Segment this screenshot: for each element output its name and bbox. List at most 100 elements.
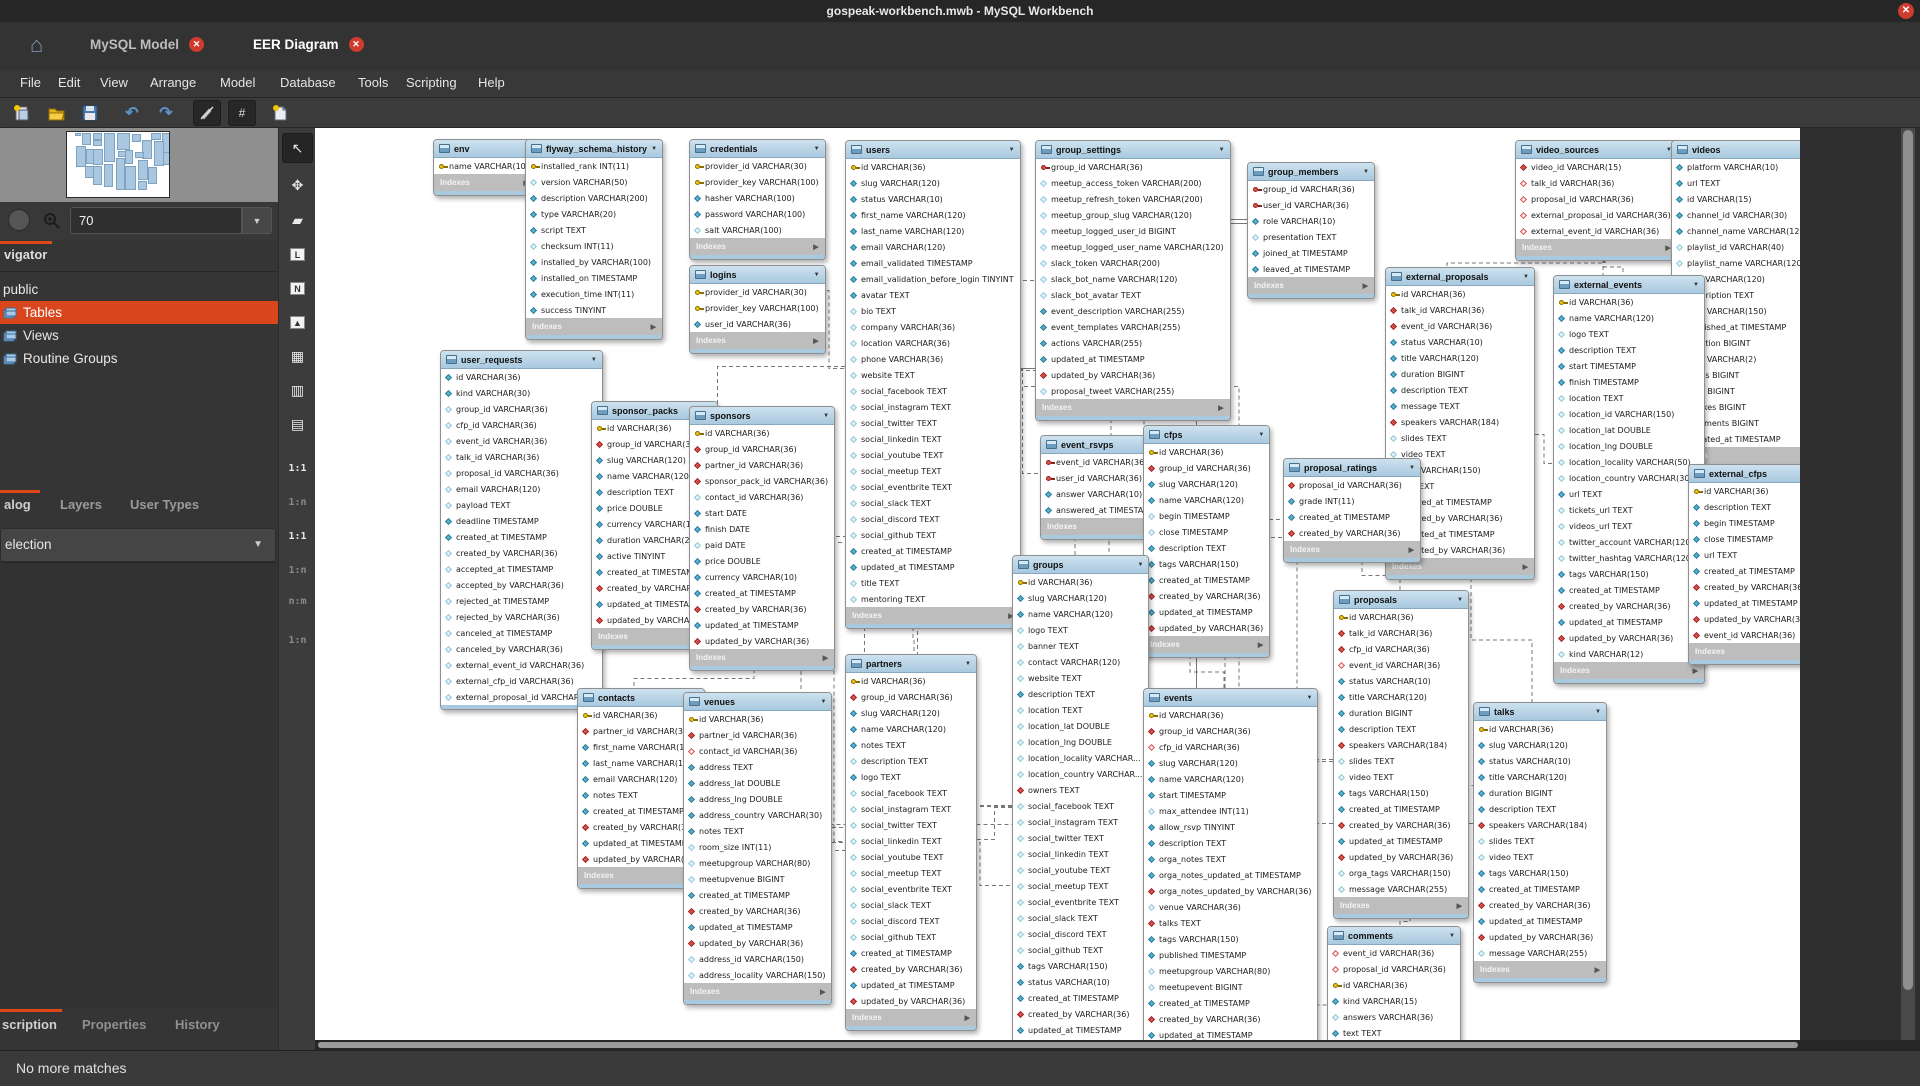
note-tool[interactable]: N: [282, 273, 313, 303]
menu-item-arrange[interactable]: Arrange: [150, 75, 196, 90]
er-table-credentials[interactable]: credentials ▼ provider_id VARCHAR(30) provi…: [689, 139, 826, 260]
er-table-header[interactable]: group_members ▼: [1248, 163, 1374, 181]
sidebar-item-public[interactable]: public: [0, 278, 278, 301]
rel-1to1-nonid-tool[interactable]: 1:1: [282, 453, 313, 483]
hand-tool[interactable]: ✥: [282, 170, 313, 200]
er-table-indexes[interactable]: Indexes▶: [1516, 239, 1677, 256]
table-tool[interactable]: ▦: [282, 341, 313, 371]
bottom-tab-properties[interactable]: Properties: [82, 1017, 146, 1032]
save-model-icon[interactable]: [76, 100, 104, 126]
bottom-tab-history[interactable]: History: [175, 1017, 220, 1032]
collapse-icon[interactable]: ▼: [1363, 169, 1369, 175]
er-table-header[interactable]: logins ▼: [690, 266, 825, 284]
er-table-indexes[interactable]: Indexes▶: [690, 649, 835, 666]
rel-ntom-tool[interactable]: n:m: [282, 586, 313, 616]
collapse-icon[interactable]: ▼: [1693, 282, 1699, 288]
er-table-header[interactable]: events ▼: [1144, 689, 1318, 707]
er-table-header[interactable]: users ▼: [846, 141, 1020, 159]
collapse-icon[interactable]: ▼: [1409, 465, 1415, 471]
er-table-indexes[interactable]: Indexes▶: [690, 332, 825, 349]
er-table-users[interactable]: users ▼ id VARCHAR(36) slug VARCHAR(120) sta…: [845, 140, 1021, 629]
horizontal-scrollbar[interactable]: [315, 1040, 1920, 1050]
er-table-header[interactable]: external_events ▼: [1554, 276, 1704, 294]
eraser-tool[interactable]: ▰: [282, 205, 313, 235]
er-table-events[interactable]: events ▼ id VARCHAR(36) group_id VARCHAR(36…: [1143, 688, 1319, 1040]
menu-item-view[interactable]: View: [100, 75, 128, 90]
panel-tab-layers[interactable]: Layers: [60, 497, 102, 512]
collapse-icon[interactable]: ▼: [1138, 562, 1144, 568]
er-table-header[interactable]: cfps ▼: [1144, 426, 1270, 444]
er-table-header[interactable]: credentials ▼: [690, 140, 825, 158]
rel-1ton-existing-tool[interactable]: 1:n: [282, 625, 313, 655]
sidebar-item-routine-groups[interactable]: Routine Groups: [0, 347, 278, 370]
er-table-header[interactable]: talks ▼: [1474, 703, 1606, 721]
view-tool[interactable]: ▥: [282, 375, 313, 405]
collapse-icon[interactable]: ▼: [1449, 933, 1455, 939]
er-table-header[interactable]: proposals ▼: [1334, 591, 1468, 609]
er-table-indexes[interactable]: Indexes▶: [526, 318, 663, 335]
layer-tool[interactable]: L: [282, 239, 313, 269]
er-table-header[interactable]: env▼: [434, 140, 535, 158]
new-model-icon[interactable]: [8, 100, 36, 126]
er-table-indexes[interactable]: Indexes▶: [434, 174, 535, 191]
er-table-indexes[interactable]: Indexes▶: [1248, 277, 1374, 294]
open-model-icon[interactable]: [42, 100, 70, 126]
rel-1ton-nonid-tool[interactable]: 1:n: [282, 487, 313, 517]
rel-1to1-id-tool[interactable]: 1:1: [282, 521, 313, 551]
model-tab-eer-diagram[interactable]: EER Diagram ✕: [253, 22, 364, 66]
collapse-icon[interactable]: ▼: [1307, 695, 1313, 701]
zoom-in-icon[interactable]: [42, 211, 62, 231]
er-table-flyway_schema_history[interactable]: flyway_schema_history ▼ installed_rank INT…: [525, 139, 664, 340]
home-icon[interactable]: ⌂: [30, 32, 43, 58]
collapse-icon[interactable]: ▼: [1219, 147, 1225, 153]
er-table-indexes[interactable]: Indexes▶: [1334, 897, 1468, 914]
collapse-icon[interactable]: ▼: [591, 357, 597, 363]
er-table-talks[interactable]: talks ▼ id VARCHAR(36) slug VARCHAR(120) sta…: [1473, 702, 1607, 983]
er-table-sponsors[interactable]: sponsors ▼ id VARCHAR(36) group_id VARCHAR(…: [689, 406, 836, 671]
menu-item-tools[interactable]: Tools: [358, 75, 388, 90]
er-table-header[interactable]: venues ▼: [684, 693, 832, 711]
er-table-header[interactable]: groups ▼: [1013, 556, 1149, 574]
collapse-icon[interactable]: ▼: [651, 146, 657, 152]
er-table-group_members[interactable]: group_members ▼ group_id VARCHAR(36) user_i…: [1247, 162, 1375, 299]
pointer-tool[interactable]: ↖: [282, 133, 313, 163]
er-table-venues[interactable]: venues ▼ id VARCHAR(36) partner_id VARCHAR(…: [683, 692, 833, 1005]
menu-item-file[interactable]: File: [20, 75, 41, 90]
model-tab-mysql-model[interactable]: MySQL Model ✕: [90, 22, 205, 66]
er-table-header[interactable]: external_cfps▼: [1689, 465, 1800, 483]
menu-item-edit[interactable]: Edit: [58, 75, 80, 90]
er-table-user_requests[interactable]: user_requests ▼ id VARCHAR(36) kind VARCHAR…: [440, 350, 603, 710]
er-table-external_cfps[interactable]: external_cfps▼id VARCHAR(36)description …: [1688, 464, 1800, 665]
collapse-icon[interactable]: ▼: [1523, 274, 1529, 280]
er-table-header[interactable]: partners ▼: [846, 655, 976, 673]
collapse-icon[interactable]: ▼: [1457, 597, 1463, 603]
undo-icon[interactable]: ↶: [118, 100, 146, 126]
er-table-header[interactable]: comments ▼: [1328, 927, 1460, 945]
er-table-proposal_ratings[interactable]: proposal_ratings ▼ proposal_id VARCHAR(36)…: [1283, 458, 1421, 563]
zoom-out-button[interactable]: [8, 209, 30, 231]
panel-tab-alog[interactable]: alog: [4, 497, 31, 512]
er-table-groups[interactable]: groups ▼ id VARCHAR(36) slug VARCHAR(120) na…: [1012, 555, 1150, 1040]
collapse-icon[interactable]: ▼: [814, 272, 820, 278]
bottom-tab-scription[interactable]: scription: [2, 1017, 57, 1032]
selection-dropdown[interactable]: election ▼: [0, 528, 276, 562]
er-table-indexes[interactable]: Indexes▶: [846, 607, 1020, 624]
collapse-icon[interactable]: ▼: [823, 413, 829, 419]
window-close-button[interactable]: ✕: [1898, 3, 1914, 19]
er-table-env[interactable]: env▼name VARCHAR(10)Indexes▶: [433, 139, 536, 196]
er-table-logins[interactable]: logins ▼ provider_id VARCHAR(30) provider_k…: [689, 265, 826, 354]
er-table-proposals[interactable]: proposals ▼ id VARCHAR(36) talk_id VARCHAR(…: [1333, 590, 1469, 919]
er-table-indexes[interactable]: Indexes▶: [1284, 541, 1420, 558]
menu-item-scripting[interactable]: Scripting: [406, 75, 457, 90]
zoom-level-input[interactable]: 70: [70, 207, 242, 234]
er-table-cfps[interactable]: cfps ▼ id VARCHAR(36) group_id VARCHAR(36) s…: [1143, 425, 1271, 658]
er-table-indexes[interactable]: Indexes▶: [1474, 961, 1606, 978]
routine-group-tool[interactable]: ▤: [282, 409, 313, 439]
zoom-dropdown-button[interactable]: ▼: [242, 207, 272, 234]
tab-close-icon[interactable]: ✕: [189, 36, 205, 52]
collapse-icon[interactable]: ▼: [1009, 147, 1015, 153]
collapse-icon[interactable]: ▼: [965, 661, 971, 667]
image-tool[interactable]: ▲: [282, 307, 313, 337]
sidebar-item-tables[interactable]: Tables: [0, 301, 278, 324]
collapse-icon[interactable]: ▼: [821, 699, 827, 705]
